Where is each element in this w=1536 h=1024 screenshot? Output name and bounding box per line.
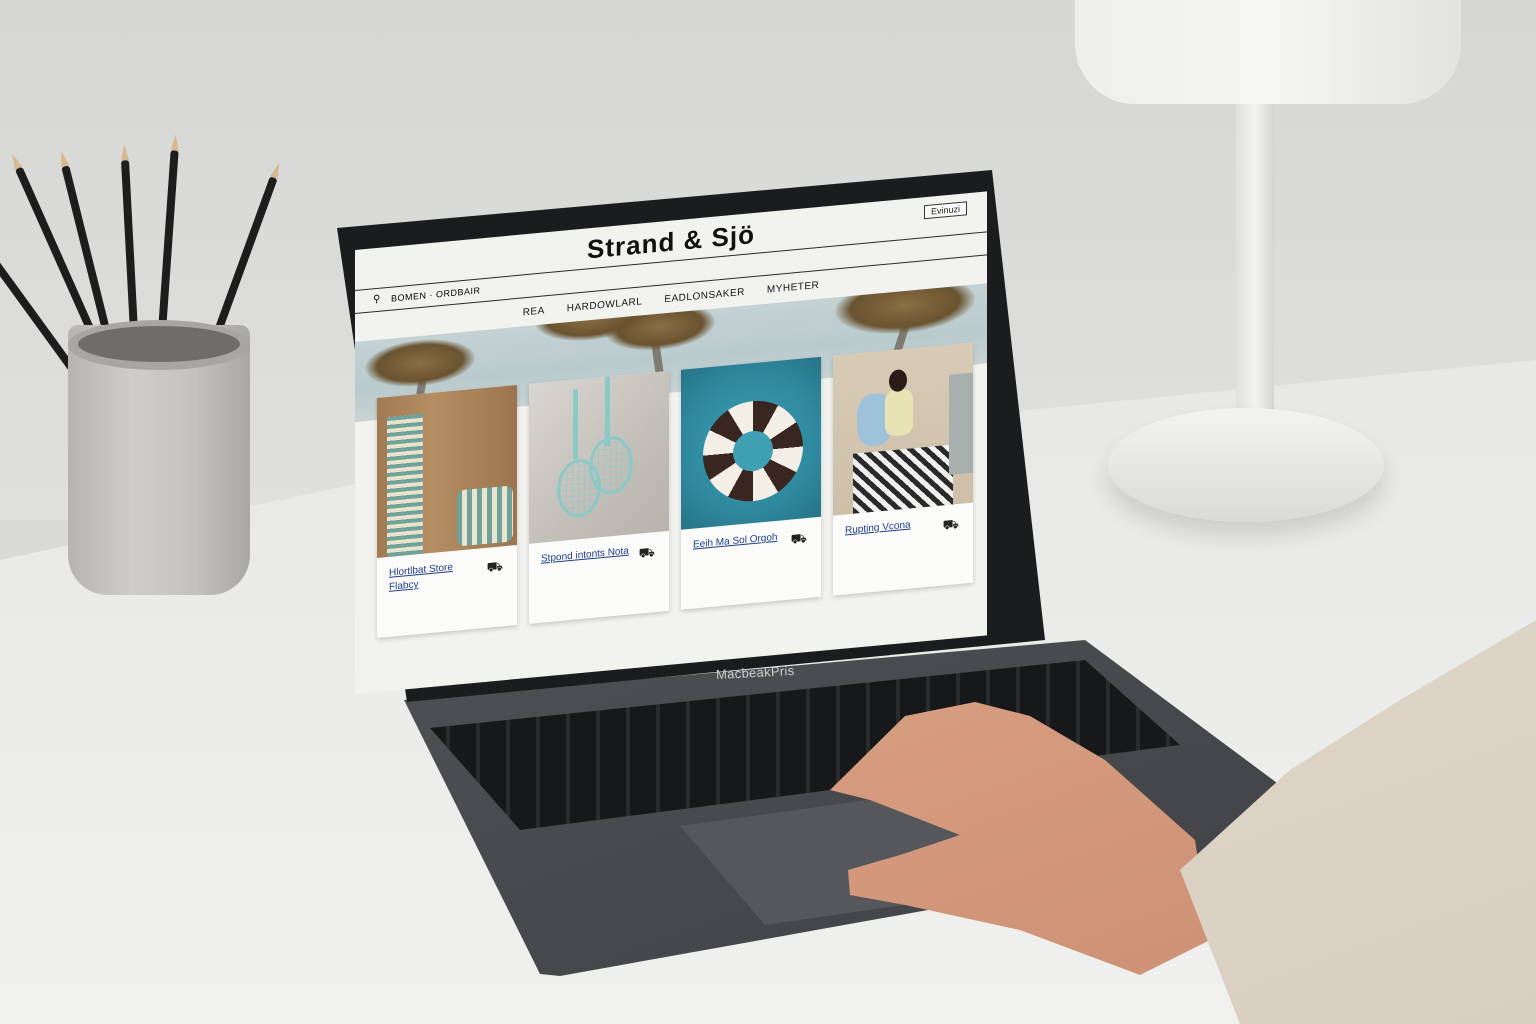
racket-handle: [605, 376, 610, 447]
product-card[interactable]: Eeih Ma Sol Orgoh ⛟: [681, 356, 821, 610]
cart-icon[interactable]: ⛟: [639, 544, 655, 564]
product-name[interactable]: Stpond intonts Nota: [541, 544, 637, 567]
nav-item-myheter[interactable]: MYHETER: [767, 279, 819, 295]
cart-icon[interactable]: ⛟: [943, 516, 959, 536]
breadcrumb-text[interactable]: BOMEN · ORDBAIR: [391, 285, 481, 303]
product-card[interactable]: Hlortlbat Store Flabcy ⛟: [377, 384, 517, 638]
railing: [949, 372, 973, 475]
cart-icon[interactable]: ⛟: [487, 558, 503, 578]
product-name[interactable]: Hlortlbat Store Flabcy: [389, 558, 485, 595]
nav-item-hardowlarl[interactable]: HARDOWLARL: [567, 296, 643, 314]
lamp-shade: [1075, 0, 1461, 104]
user-icon[interactable]: ⚲: [373, 294, 381, 306]
product-image-rackets[interactable]: [529, 370, 669, 544]
product-image-swim-ring[interactable]: [681, 356, 821, 530]
cart-icon[interactable]: ⛟: [791, 530, 807, 550]
person-body: [885, 388, 913, 437]
racket-handle: [573, 389, 578, 460]
product-name[interactable]: Eeih Ma Sol Orgoh: [693, 530, 789, 553]
product-image-woman-float[interactable]: [833, 342, 973, 516]
product-image-towel[interactable]: [377, 384, 517, 558]
racket-head: [589, 434, 633, 497]
lamp-stem: [1236, 104, 1274, 434]
product-card[interactable]: Stpond intonts Nota ⛟: [529, 370, 669, 624]
pencil-cup-opening: [78, 326, 240, 362]
nav-item-eadlonsaker[interactable]: EADLONSAKER: [664, 286, 745, 304]
palm-leaves: [365, 334, 475, 392]
swim-ring: [703, 396, 803, 506]
lamp-base: [1108, 408, 1384, 522]
laptop-screen-website: Strand & Sjö Evinuzi ⚲ BOMEN · ORDBAIR R…: [355, 191, 987, 694]
product-name[interactable]: Rupting Vcona: [845, 516, 941, 539]
nav-item-rea[interactable]: REA: [523, 305, 545, 318]
product-grid: Hlortlbat Store Flabcy ⛟ Stpond intonts …: [377, 342, 977, 694]
product-card[interactable]: Rupting Vcona ⛟: [833, 342, 973, 596]
